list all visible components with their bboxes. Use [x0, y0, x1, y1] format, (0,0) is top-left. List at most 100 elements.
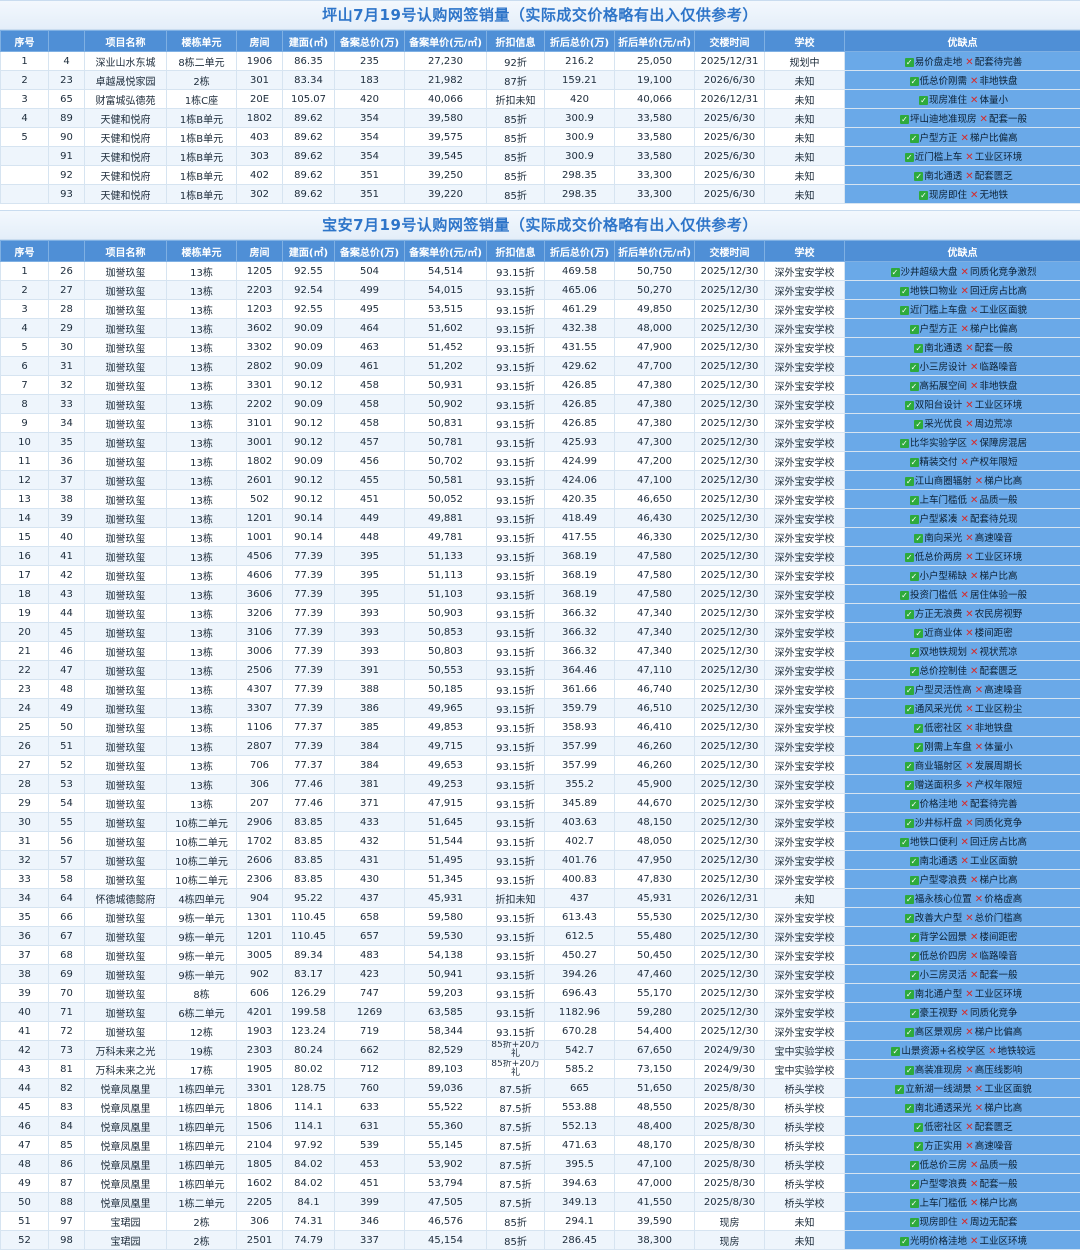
listed-unit-price-cell: 39,575 [404, 127, 487, 147]
building-unit-cell: 1栋B单元 [166, 127, 237, 147]
id-cell: 27 [48, 280, 85, 300]
discounted-unit-price-cell: 59,280 [614, 1002, 695, 1022]
listed-total-cell: 393 [334, 603, 405, 623]
project-name-cell: 珈誉玖玺 [84, 850, 167, 870]
discounted-unit-price-cell: 33,300 [614, 165, 695, 185]
listed-unit-price-cell: 51,202 [404, 356, 487, 376]
project-name-cell: 珈誉玖玺 [84, 641, 167, 661]
school-cell: 未知 [764, 1230, 845, 1250]
building-unit-cell: 13栋 [166, 413, 237, 433]
table-row: 10 35 珈誉玖玺 13栋 3001 90.12 457 50,781 93.15折 425.9… [0, 432, 1080, 452]
discounted-total-cell: 425.93 [544, 432, 615, 452]
area-cell: 105.07 [282, 89, 335, 109]
table-row: 11 36 珈誉玖玺 13栋 1802 90.09 456 50,702 93.15折 424.9… [0, 451, 1080, 471]
cross-icon: ✕ [960, 1217, 969, 1228]
seq-cell: 4 [0, 108, 49, 128]
listed-total-cell: 391 [334, 660, 405, 680]
school-cell: 深外宝安学校 [764, 318, 845, 338]
con-text: 梯户比偏高 [969, 324, 1018, 335]
discount-cell: 85折 [486, 1211, 545, 1231]
area-cell: 90.14 [282, 508, 335, 528]
seq-cell: 26 [0, 736, 49, 756]
cross-icon: ✕ [965, 152, 974, 163]
discount-cell: 93.15折 [486, 850, 545, 870]
seq-cell: 34 [0, 888, 49, 908]
pro-text: 双地铁规划 [919, 647, 968, 658]
id-cell: 37 [48, 470, 85, 490]
school-cell: 深外宝安学校 [764, 1021, 845, 1041]
pro-text: 光明价格洼地 [910, 1236, 968, 1247]
building-unit-cell: 8栋 [166, 983, 237, 1003]
room-cell: 3106 [236, 622, 283, 642]
con-text: 梯户比偏高 [974, 1027, 1023, 1038]
discounted-unit-price-cell: 47,200 [614, 451, 695, 471]
room-cell: 4307 [236, 679, 283, 699]
listed-total-cell: 451 [334, 489, 405, 509]
delivery-date-cell: 2025/12/30 [694, 641, 765, 661]
pros-cons-cell: ✓ 采光优良 ✕周边荒凉 [844, 413, 1080, 433]
id-cell: 30 [48, 337, 85, 357]
baoan-sales-table: 序号 项目名称 楼栋单元 房间 建面(㎡) 备案总价(万) 备案单价(元/㎡) 折扣信息 折后总… [0, 240, 1080, 1250]
con-text: 梯户比高 [979, 571, 1018, 582]
discounted-total-cell: 216.2 [544, 51, 615, 71]
check-icon: ✓ [904, 705, 914, 714]
delivery-date-cell: 2025/12/30 [694, 793, 765, 813]
discounted-unit-price-cell: 40,066 [614, 89, 695, 109]
delivery-date-cell: 2025/12/30 [694, 736, 765, 756]
cross-icon: ✕ [960, 267, 969, 278]
pro-text: 豪王视野 [919, 1008, 958, 1019]
cross-icon: ✕ [970, 190, 979, 201]
school-cell: 深外宝安学校 [764, 964, 845, 984]
con-text: 工业区环境 [974, 152, 1023, 163]
listed-unit-price-cell: 49,781 [404, 527, 487, 547]
building-unit-cell: 1栋四单元 [166, 1135, 237, 1155]
seq-cell: 10 [0, 432, 49, 452]
pro-text: 低总价三房 [919, 1160, 968, 1171]
pros-cons-cell: ✓ 上车门槛低 ✕梯户比高 [844, 1192, 1080, 1212]
pro-text: 总价控制佳 [919, 666, 968, 677]
listed-unit-price-cell: 51,645 [404, 812, 487, 832]
building-unit-cell: 13栋 [166, 394, 237, 414]
delivery-date-cell: 2025/12/30 [694, 375, 765, 395]
con-text: 非地铁盘 [979, 381, 1018, 392]
pros-cons-cell: ✓ 赠送面积多 ✕产权年限短 [844, 774, 1080, 794]
seq-cell: 42 [0, 1040, 49, 1060]
discounted-total-cell: 552.13 [544, 1116, 615, 1136]
con-text: 农民房视野 [974, 609, 1023, 620]
listed-unit-price-cell: 27,230 [404, 51, 487, 71]
discounted-total-cell: 461.29 [544, 299, 615, 319]
table-row: 26 51 珈誉玖玺 13栋 2807 77.39 384 49,715 93.15折 357.9… [0, 736, 1080, 756]
building-unit-cell: 12栋 [166, 1021, 237, 1041]
room-cell: 306 [236, 774, 283, 794]
listed-total-cell: 420 [334, 89, 405, 109]
room-cell: 1806 [236, 1097, 283, 1117]
listed-total-cell: 346 [334, 1211, 405, 1231]
discounted-unit-price-cell: 45,900 [614, 774, 695, 794]
discounted-total-cell: 357.99 [544, 755, 615, 775]
listed-total-cell: 183 [334, 70, 405, 90]
id-cell: 98 [48, 1230, 85, 1250]
listed-total-cell: 371 [334, 793, 405, 813]
area-cell: 95.22 [282, 888, 335, 908]
project-name-cell: 悦章凤凰里 [84, 1192, 167, 1212]
con-text: 配套一般 [988, 114, 1027, 125]
con-text: 体量小 [979, 95, 1008, 106]
school-cell: 深外宝安学校 [764, 717, 845, 737]
column-header: 优缺点 [844, 240, 1080, 262]
pros-cons-cell: ✓ 坪山迪地准现房 ✕配套一般 [844, 108, 1080, 128]
room-cell: 3301 [236, 1078, 283, 1098]
check-icon: ✓ [914, 1123, 924, 1132]
room-cell: 306 [236, 1211, 283, 1231]
school-cell: 深外宝安学校 [764, 736, 845, 756]
listed-total-cell: 381 [334, 774, 405, 794]
cross-icon: ✕ [960, 799, 969, 810]
id-cell: 68 [48, 945, 85, 965]
pros-cons-cell: ✓ 易价盘走地 ✕配套待完善 [844, 51, 1080, 71]
cross-icon: ✕ [960, 856, 969, 867]
pros-cons-cell: ✓ 豪王视野 ✕同质化竞争 [844, 1002, 1080, 1022]
discounted-total-cell: 368.19 [544, 546, 615, 566]
school-cell: 深外宝安学校 [764, 489, 845, 509]
area-cell: 110.45 [282, 926, 335, 946]
seq-cell: 39 [0, 983, 49, 1003]
discount-cell: 93.15折 [486, 660, 545, 680]
